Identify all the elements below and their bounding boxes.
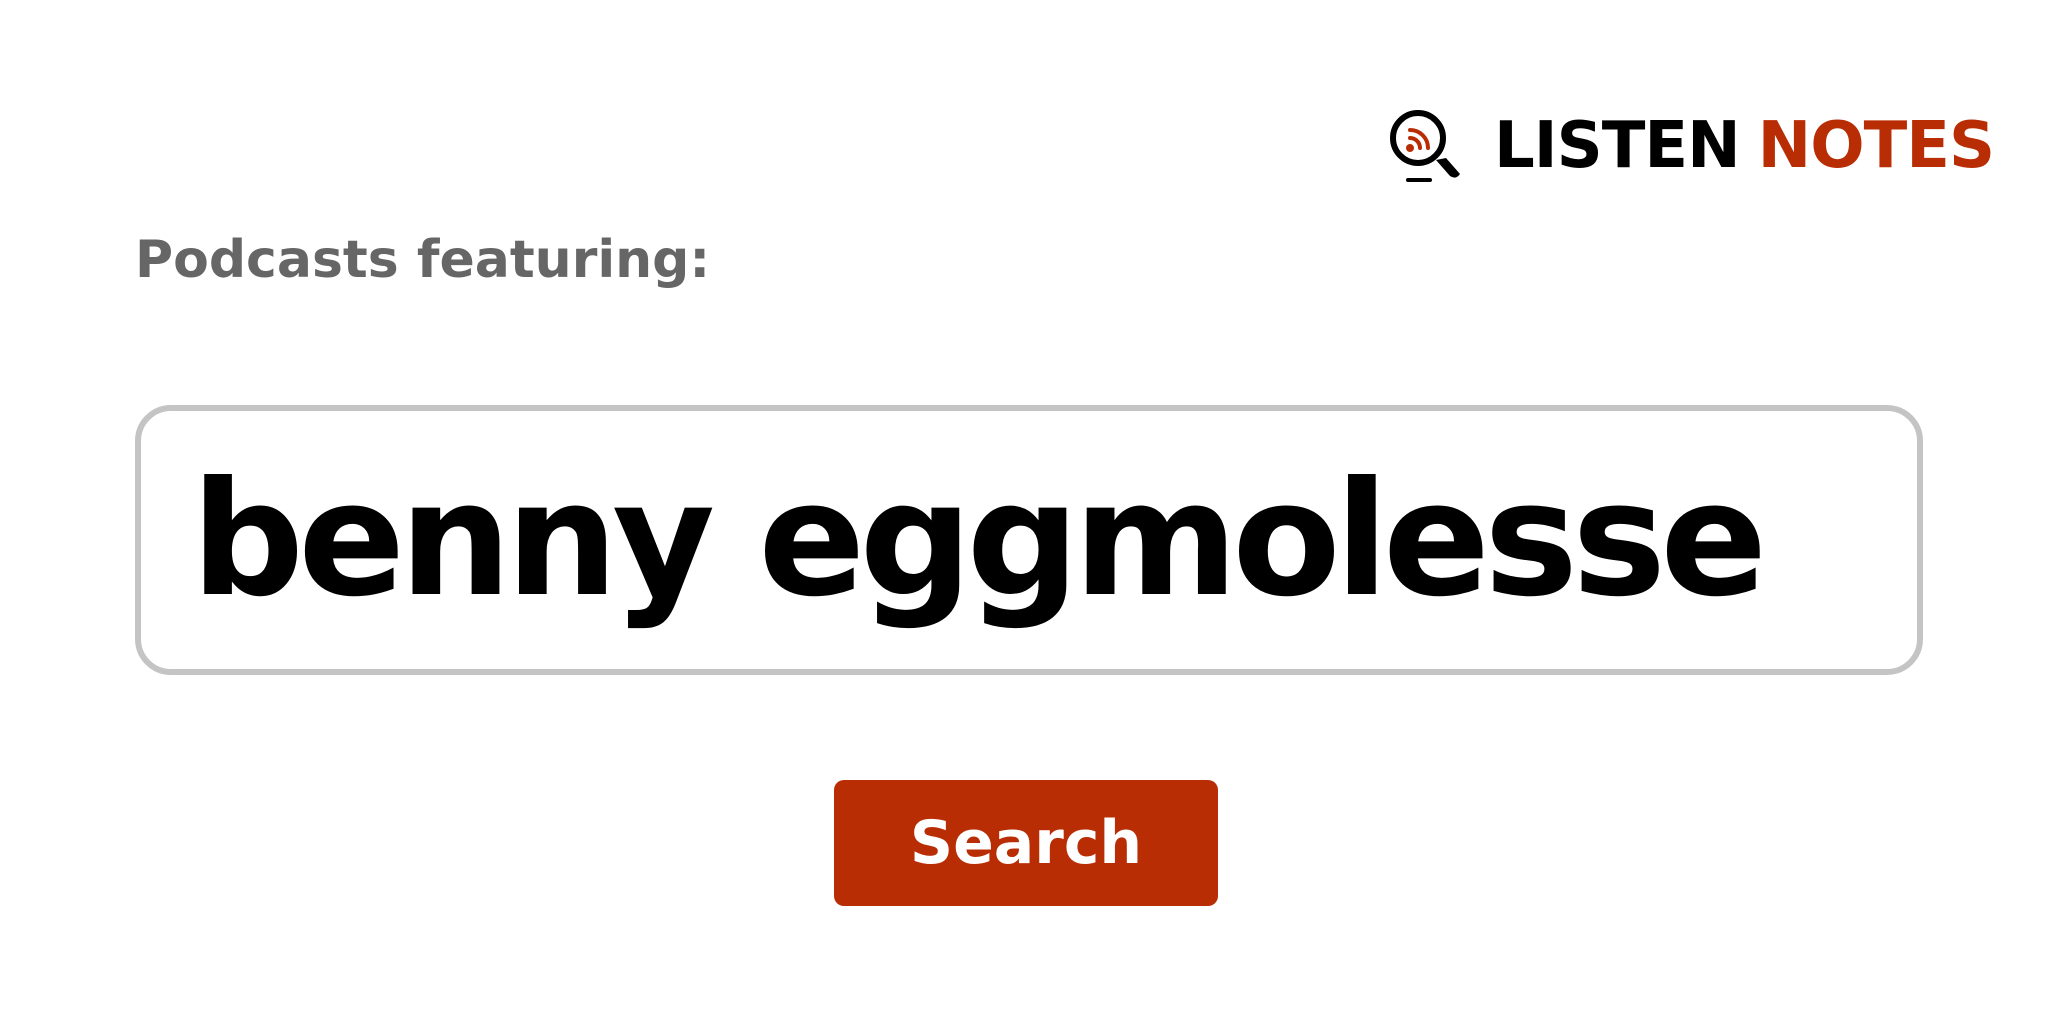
search-input[interactable] <box>191 448 1867 632</box>
search-button[interactable]: Search <box>834 780 1218 906</box>
listen-notes-logo[interactable]: LISTEN NOTES <box>1388 106 1995 186</box>
logo-word-listen: LISTEN <box>1494 109 1741 183</box>
magnifier-podcast-icon <box>1390 110 1460 182</box>
logo-word-notes: NOTES <box>1757 109 1995 183</box>
prompt-label: Podcasts featuring: <box>135 230 711 290</box>
search-box[interactable] <box>135 405 1923 675</box>
